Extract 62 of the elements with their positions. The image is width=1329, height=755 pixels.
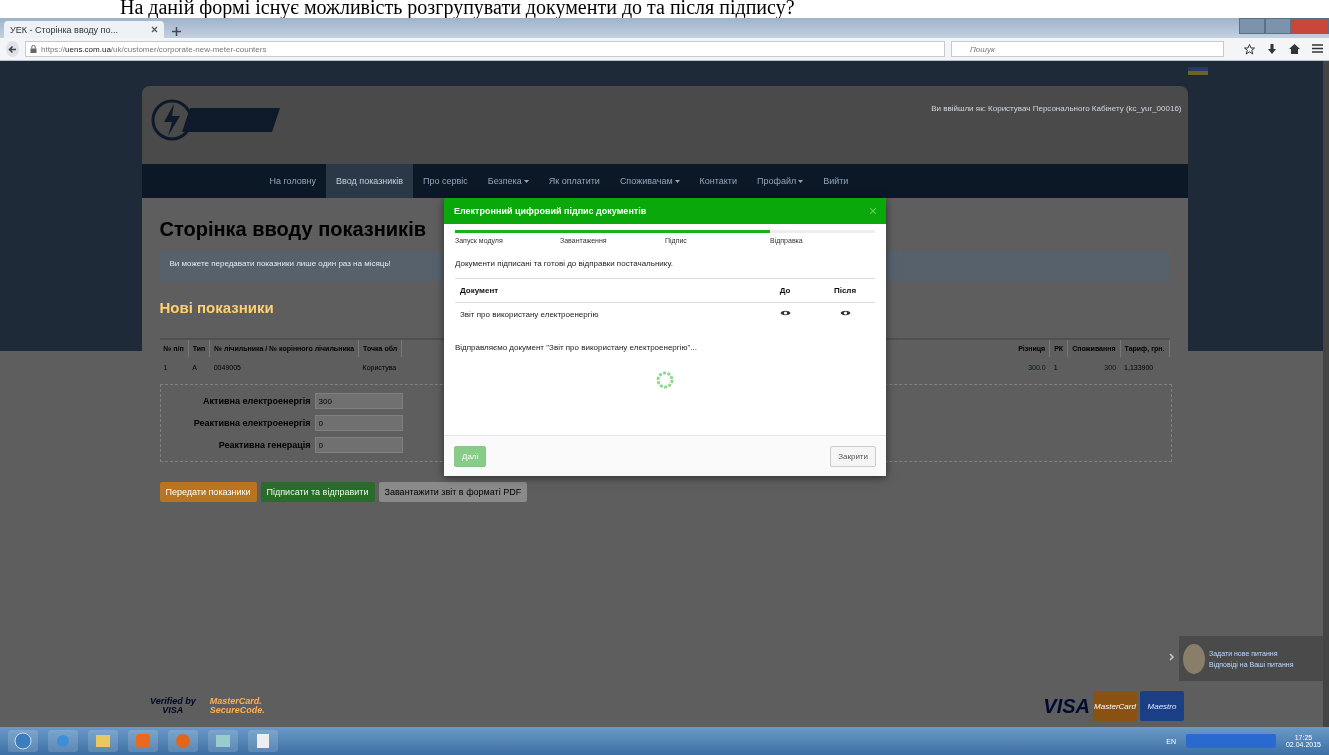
folder-taskbar-icon[interactable] [88,730,118,752]
address-field[interactable]: https://uens.com.ua/uk/customer/corporate-new-meter-counters [25,41,945,57]
section-title: Нові показники [159,299,274,316]
input-field[interactable]: 300 [314,393,403,409]
minimize-icon[interactable] [1239,18,1265,34]
user-info-text: Ви ввійшли як: Користувач Персонального Кабінету (kc_yur_00016) [931,103,1183,115]
sending-message: Відправляємо документ "Звіт про використану електроенергію"... [455,343,698,352]
column-header: Документ [455,278,755,303]
nav-menu-item[interactable]: Контакти [689,164,747,198]
maximize-icon[interactable] [1265,18,1291,34]
caption-text: На даній формі існує можливість розгрупувати документи до та після підпису? [0,0,1329,18]
dialog-title: Електронний цифровий підпис документів [454,206,647,216]
nav-menu-item[interactable]: Профайл [747,164,814,198]
lock-icon [30,45,37,53]
menu-icon[interactable] [1312,43,1323,53]
table-cell: Звіт про використану електроенергію [455,302,755,325]
nav-menu-item[interactable]: Як оплатити [538,164,610,198]
column-header: До [755,278,815,303]
action-button[interactable]: Передати показники [159,482,257,502]
input-field[interactable]: 0 [314,415,403,431]
action-button[interactable]: Підписати та відправити [260,482,375,502]
nav-menu-item[interactable]: Ввод показників [326,164,414,198]
close-icon[interactable] [151,26,158,33]
card-logo: MasterCard [1093,691,1137,721]
avatar-icon [1183,643,1205,674]
nav-menu-item[interactable]: На головну [259,164,326,198]
nav-menu-item[interactable]: Вийти [813,164,859,198]
chevron-icon[interactable] [1169,653,1174,661]
field-label: Активна електроенергія [202,396,311,406]
home-icon[interactable] [1289,43,1300,54]
nav-menu-item[interactable]: Безпека [477,164,539,198]
nav-menu-item[interactable]: Споживачам [609,164,690,198]
start-button[interactable] [8,730,38,752]
back-icon[interactable] [6,41,19,57]
field-label: Реактивна генерація [217,440,311,450]
browser-taskbar-icon[interactable] [48,730,78,752]
payment-security-label: MasterCard. SecureCode. [209,697,265,715]
action-button[interactable]: Завантажити звіт в форматі PDF [378,482,528,502]
notice-text: Ви можете передавати показники лише один раз на місяць! [169,259,391,268]
loading-spinner-icon [655,370,675,390]
language-flag-icon[interactable] [1187,67,1208,75]
page-heading: Сторінка вводу показників [159,218,426,241]
browser-tab[interactable]: УЕК - Сторінка вводу по... [4,21,164,38]
new-tab-icon[interactable] [172,27,181,38]
card-logo: VISA [1043,694,1090,718]
scrollbar[interactable] [1323,61,1329,728]
search-field[interactable]: Пошук [951,41,1224,57]
media-taskbar-icon[interactable] [128,730,158,752]
field-label: Реактивна електроенергія [192,418,311,428]
eye-icon[interactable] [839,309,851,317]
list-taskbar-icon[interactable] [248,730,278,752]
download-icon[interactable] [1267,43,1277,55]
window-taskbar-icon[interactable] [208,730,238,752]
eye-icon[interactable] [779,309,791,317]
status-message: Документи підписані та готові до відправки постачальнику. [455,259,674,268]
dialog-button[interactable]: Закрити [830,445,876,467]
payment-security-label: Verified by VISA [150,697,196,715]
input-field[interactable]: 0 [314,437,403,453]
nav-menu-item[interactable]: Про сервіс [413,164,478,198]
star-icon[interactable] [1244,43,1255,55]
card-logo: Maestro [1140,691,1184,721]
column-header: Після [815,278,875,303]
